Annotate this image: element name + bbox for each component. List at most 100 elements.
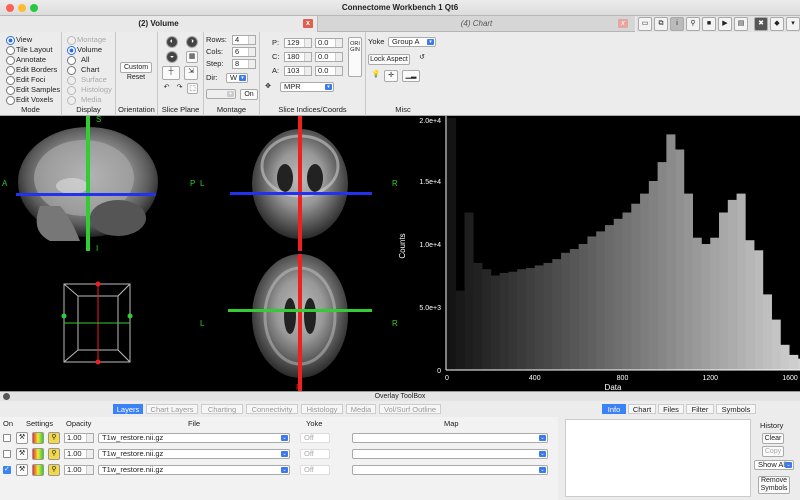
tab-histology[interactable]: Histology [301, 404, 343, 414]
close-tab-chart-icon[interactable]: x [618, 19, 628, 28]
cols-spinbox[interactable]: 6 [232, 47, 256, 57]
wrench-icon[interactable]: ⚒ [16, 464, 28, 476]
tab-info-chart[interactable]: Chart [628, 404, 656, 414]
axial-slice[interactable]: A P L R [200, 253, 398, 391]
rotate-right-icon[interactable]: ↷ [174, 83, 185, 94]
layer-3-file-select[interactable]: T1w_restore.nii.gz ⌄ [98, 465, 290, 475]
info-icon[interactable]: ▭ [638, 17, 652, 31]
tab-symbols[interactable]: Symbols [716, 404, 756, 414]
move-to-icon[interactable]: ✥ [262, 82, 274, 94]
dropdown-icon[interactable]: ▾ [786, 17, 800, 31]
copy-button[interactable]: Copy [762, 446, 784, 457]
origin-button[interactable]: ORIGIN [348, 37, 362, 77]
wrench-icon[interactable]: ⚒ [16, 448, 28, 460]
tab-filter[interactable]: Filter [686, 404, 714, 414]
crosshair-toggle-icon[interactable]: ✛ [384, 70, 398, 82]
pin-icon[interactable]: ⚲ [686, 17, 700, 31]
montage-slice-select[interactable]: ▾ [206, 89, 236, 99]
info-icon[interactable]: ⚲ [48, 432, 60, 444]
display-all-radio[interactable]: All [67, 55, 89, 65]
step-spinbox[interactable]: 8 [232, 59, 256, 69]
dir-select[interactable]: W ▾ [226, 73, 248, 83]
wrench-icon[interactable]: ⚒ [16, 432, 28, 444]
tab-chart[interactable]: (4) Chart x [320, 16, 633, 32]
mode-tile-layout-radio[interactable]: Tile Layout [6, 45, 52, 55]
display-media-radio[interactable]: Media [67, 95, 101, 105]
crosshair-icon[interactable]: ┼ [162, 66, 180, 80]
a-index-spinbox[interactable]: 103 [284, 66, 312, 76]
mode-edit-foci-radio[interactable]: Edit Foci [6, 75, 45, 85]
mode-edit-samples-radio[interactable]: Edit Samples [6, 85, 60, 95]
tab-vol-surf-outline[interactable]: Vol/Surf Outline [379, 404, 441, 414]
camera-icon[interactable]: ■ [702, 17, 716, 31]
identify-icon[interactable]: ⧉ [654, 17, 668, 31]
axial-plane-icon[interactable]: ◒ [166, 51, 178, 63]
yoke-select[interactable]: Group A ▾ [388, 37, 436, 47]
close-window-button[interactable] [6, 4, 14, 12]
viewport[interactable]: S I A P L R A P L R 0 400 800 1200 1600 … [0, 116, 800, 391]
c-index-spinbox[interactable]: 180 [284, 52, 312, 62]
display-histology-radio[interactable]: Histology [67, 85, 112, 95]
montage-on-button[interactable]: On [240, 89, 258, 100]
histogram-chart[interactable]: 0 400 800 1200 1600 0 5.0e+3 1.0e+4 1.5e+4 2.0e+4… [398, 116, 800, 391]
display-surface-radio[interactable]: Surface [67, 75, 107, 85]
tab-volume[interactable]: (2) Volume x [0, 16, 318, 32]
tab-layers[interactable]: Layers [113, 404, 143, 414]
info-icon[interactable]: ⚲ [48, 448, 60, 460]
custom-orientation-button[interactable]: Custom [120, 62, 152, 73]
info-icon[interactable]: ⚲ [48, 464, 60, 476]
mode-edit-borders-radio[interactable]: Edit Borders [6, 65, 57, 75]
rows-spinbox[interactable]: 4 [232, 35, 256, 45]
minimize-window-button[interactable] [18, 4, 26, 12]
slice-move-icon[interactable]: ⇲ [184, 66, 198, 80]
layer-3-map-select[interactable]: ⌄ [352, 465, 548, 475]
film-icon[interactable]: ▤ [734, 17, 748, 31]
palette-icon[interactable] [32, 432, 44, 444]
i-icon[interactable]: i [670, 17, 684, 31]
undo-icon[interactable]: ↺ [416, 53, 428, 65]
layer-3-opacity[interactable]: 1.00 [64, 465, 94, 475]
select-region-icon[interactable]: ⬚ [187, 83, 198, 94]
tab-chart-layers[interactable]: Chart Layers [146, 404, 198, 414]
layer-1-yoke-select[interactable]: Off [300, 433, 330, 443]
close-toolbox-button[interactable] [3, 393, 10, 400]
layer-2-file-select[interactable]: T1w_restore.nii.gz ⌄ [98, 449, 290, 459]
settings-icon[interactable]: ✖ [754, 17, 768, 31]
lightbulb-icon[interactable]: 💡 [370, 70, 382, 82]
layer-3-yoke-select[interactable]: Off [300, 465, 330, 475]
lock-aspect-button[interactable]: Lock Aspect [368, 54, 410, 65]
layer-1-opacity[interactable]: 1.00 [64, 433, 94, 443]
tab-info[interactable]: Info [602, 404, 626, 414]
close-tab-volume-icon[interactable]: x [303, 19, 313, 28]
all-planes-icon[interactable]: ▦ [186, 51, 198, 63]
layer-3-checkbox[interactable] [3, 465, 11, 474]
show-select[interactable]: Show All ⌄ [754, 460, 794, 470]
layer-2-map-select[interactable]: ⌄ [352, 449, 548, 459]
palette-icon[interactable] [32, 464, 44, 476]
display-volume-radio[interactable]: Volume [67, 45, 102, 55]
ruler-icon[interactable]: ▁▂ [402, 70, 420, 82]
tab-charting[interactable]: Charting [201, 404, 243, 414]
display-montage-radio[interactable]: Montage [67, 35, 106, 45]
layer-1-file-select[interactable]: T1w_restore.nii.gz ⌄ [98, 433, 290, 443]
mode-view-radio[interactable]: View [6, 35, 32, 45]
p-index-spinbox[interactable]: 129 [284, 38, 312, 48]
mode-annotate-radio[interactable]: Annotate [6, 55, 46, 65]
tab-connectivity[interactable]: Connectivity [246, 404, 298, 414]
layers-icon[interactable]: ◆ [770, 17, 784, 31]
sagittal-plane-icon[interactable]: ◐ [166, 36, 178, 48]
zoom-window-button[interactable] [30, 4, 38, 12]
reset-orientation-button[interactable]: Reset [122, 73, 150, 84]
palette-icon[interactable] [32, 448, 44, 460]
layer-1-checkbox[interactable] [3, 434, 11, 442]
info-text-area[interactable] [565, 419, 751, 497]
volume-box-3d[interactable] [61, 281, 133, 365]
rotate-left-icon[interactable]: ↶ [161, 83, 172, 94]
c-coord-spinbox[interactable]: 0.0 [315, 52, 343, 62]
movie-icon[interactable]: ▶ [718, 17, 732, 31]
coronal-slice[interactable]: L R [200, 116, 398, 251]
remove-symbols-button[interactable]: Remove Symbols [758, 476, 790, 494]
tab-files[interactable]: Files [658, 404, 684, 414]
p-coord-spinbox[interactable]: 0.0 [315, 38, 343, 48]
coronal-plane-icon[interactable]: ◑ [186, 36, 198, 48]
